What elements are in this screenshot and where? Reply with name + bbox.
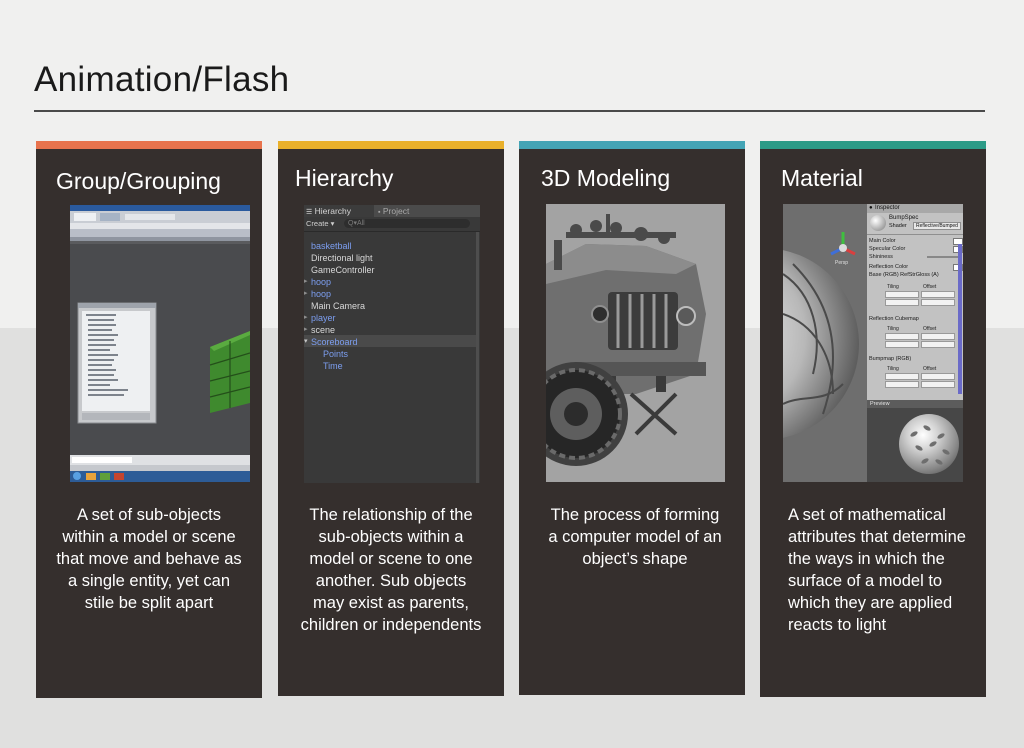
tiling-label: Tiling: [887, 284, 899, 290]
hierarchy-item-hoop[interactable]: hoop: [311, 289, 331, 299]
card-heading: Hierarchy: [295, 165, 394, 191]
property-label: Base (RGB) RefStrGloss (A): [869, 272, 939, 278]
project-tab-label: Project: [382, 206, 410, 216]
expand-arrow-icon[interactable]: ▸: [304, 289, 308, 297]
card-accent-bar: [760, 141, 986, 149]
shader-label: Shader: [889, 223, 907, 229]
reflection-cubemap-label: Reflection Cubemap: [869, 316, 919, 322]
create-button-label: Create: [306, 219, 329, 228]
shader-dropdown[interactable]: Reflective/Bumped: [913, 222, 961, 230]
preview-area: [867, 408, 963, 482]
vehicle-model-render: [546, 204, 725, 482]
offset-y-field[interactable]: [921, 381, 955, 388]
card-group: Group/Grouping A set of sub-objects with…: [36, 141, 262, 698]
offset-label: Offset: [923, 284, 937, 290]
hierarchy-item-hoop[interactable]: hoop: [311, 277, 331, 287]
hierarchy-item-time[interactable]: Time: [323, 361, 343, 371]
shininess-slider[interactable]: [927, 256, 961, 258]
card-material: Material Persp ● Inspector BumpSpec Shad…: [760, 141, 986, 697]
preview-header: Preview: [867, 400, 963, 408]
persp-label: Persp: [835, 260, 849, 266]
offset-x-field[interactable]: [921, 373, 955, 380]
slide-title: Animation/Flash: [34, 60, 290, 99]
card-accent-bar: [278, 141, 504, 149]
hierarchy-item-player[interactable]: player: [311, 313, 336, 323]
title-divider: [34, 110, 985, 112]
create-button[interactable]: Create ▾: [306, 219, 340, 229]
expand-arrow-icon[interactable]: ▸: [304, 313, 308, 321]
offset-y-field[interactable]: [921, 299, 955, 306]
card-heading: 3D Modeling: [541, 165, 671, 191]
collapse-arrow-icon[interactable]: ▾: [304, 337, 308, 345]
offset-y-field[interactable]: [921, 341, 955, 348]
folder-icon: ▪: [378, 209, 381, 216]
card-heading: Group/Grouping: [56, 168, 221, 194]
project-tab[interactable]: ▪ Project: [378, 205, 448, 217]
info-icon: ●: [869, 205, 873, 211]
property-label: Specular Color: [869, 246, 906, 252]
tiling-label: Tiling: [887, 326, 899, 332]
card-description: The relationship of the sub-objects with…: [300, 506, 482, 634]
property-label: Reflection Color: [869, 264, 909, 270]
card-description: A set of mathematical attributes that de…: [788, 506, 966, 634]
property-label: Shininess: [869, 254, 893, 260]
property-label: Main Color: [869, 238, 896, 244]
hierarchy-item-gamecontroller[interactable]: GameController: [311, 265, 375, 275]
material-thumbnail-icon: [870, 215, 886, 231]
card-hierarchy: Hierarchy ☰ Hierarchy ▪ Project Create ▾…: [278, 141, 504, 696]
material-preview-sphere: [899, 414, 959, 474]
material-inspector-screenshot: Persp ● Inspector BumpSpec Shader Reflec…: [783, 204, 963, 482]
card-3d-modeling: 3D Modeling The process of forming a com…: [519, 141, 745, 695]
expand-arrow-icon[interactable]: ▸: [304, 325, 308, 333]
bumpmap-label: Bumpmap (RGB): [869, 356, 912, 362]
hierarchy-item-scene[interactable]: scene: [311, 325, 335, 335]
preview-label: Preview: [870, 401, 890, 407]
inspector-title: Inspector: [875, 205, 900, 211]
offset-x-field[interactable]: [921, 333, 955, 340]
hierarchy-item-basketball[interactable]: basketball: [311, 241, 352, 251]
expand-arrow-icon[interactable]: ▸: [304, 277, 308, 285]
software-screenshot-image: [70, 205, 250, 482]
offset-x-field[interactable]: [921, 291, 955, 298]
tiling-label: Tiling: [887, 366, 899, 372]
offset-label: Offset: [923, 366, 937, 372]
hierarchy-item-main-camera[interactable]: Main Camera: [311, 301, 365, 311]
hierarchy-scrollbar[interactable]: [476, 232, 479, 483]
hierarchy-panel-screenshot: ☰ Hierarchy ▪ Project Create ▾ Q▾All bas…: [304, 205, 480, 483]
chevron-down-icon: ▾: [330, 219, 335, 228]
tiling-y-field[interactable]: [885, 299, 919, 306]
shader-value: Reflective/Bumped: [916, 223, 958, 229]
inspector-scrollbar[interactable]: [958, 244, 962, 394]
tiling-x-field[interactable]: [885, 373, 919, 380]
tiling-x-field[interactable]: [885, 333, 919, 340]
hierarchy-tab[interactable]: ☰ Hierarchy: [304, 205, 374, 217]
offset-label: Offset: [923, 326, 937, 332]
hierarchy-divider: [304, 231, 480, 232]
search-placeholder: Q▾All: [348, 220, 365, 227]
inspector-separator: [867, 234, 963, 235]
card-heading: Material: [781, 165, 863, 191]
hierarchy-item-directional-light[interactable]: Directional light: [311, 253, 373, 263]
scene-sphere-view: [783, 204, 867, 482]
hierarchy-item-scoreboard[interactable]: Scoreboard: [311, 337, 358, 347]
inspector-tab[interactable]: ● Inspector: [867, 204, 963, 213]
card-accent-bar: [36, 141, 262, 149]
card-description: A set of sub-objects within a model or s…: [56, 506, 242, 612]
material-name: BumpSpec: [889, 215, 919, 221]
hierarchy-tab-label: Hierarchy: [314, 206, 352, 216]
list-icon: ☰: [306, 209, 313, 216]
card-accent-bar: [519, 141, 745, 149]
tiling-x-field[interactable]: [885, 291, 919, 298]
inspector-panel: ● Inspector BumpSpec Shader Reflective/B…: [867, 204, 963, 482]
tiling-y-field[interactable]: [885, 381, 919, 388]
card-description: The process of forming a computer model …: [548, 506, 722, 568]
hierarchy-item-points[interactable]: Points: [323, 349, 348, 359]
hierarchy-search-input[interactable]: Q▾All: [344, 219, 470, 228]
tiling-y-field[interactable]: [885, 341, 919, 348]
